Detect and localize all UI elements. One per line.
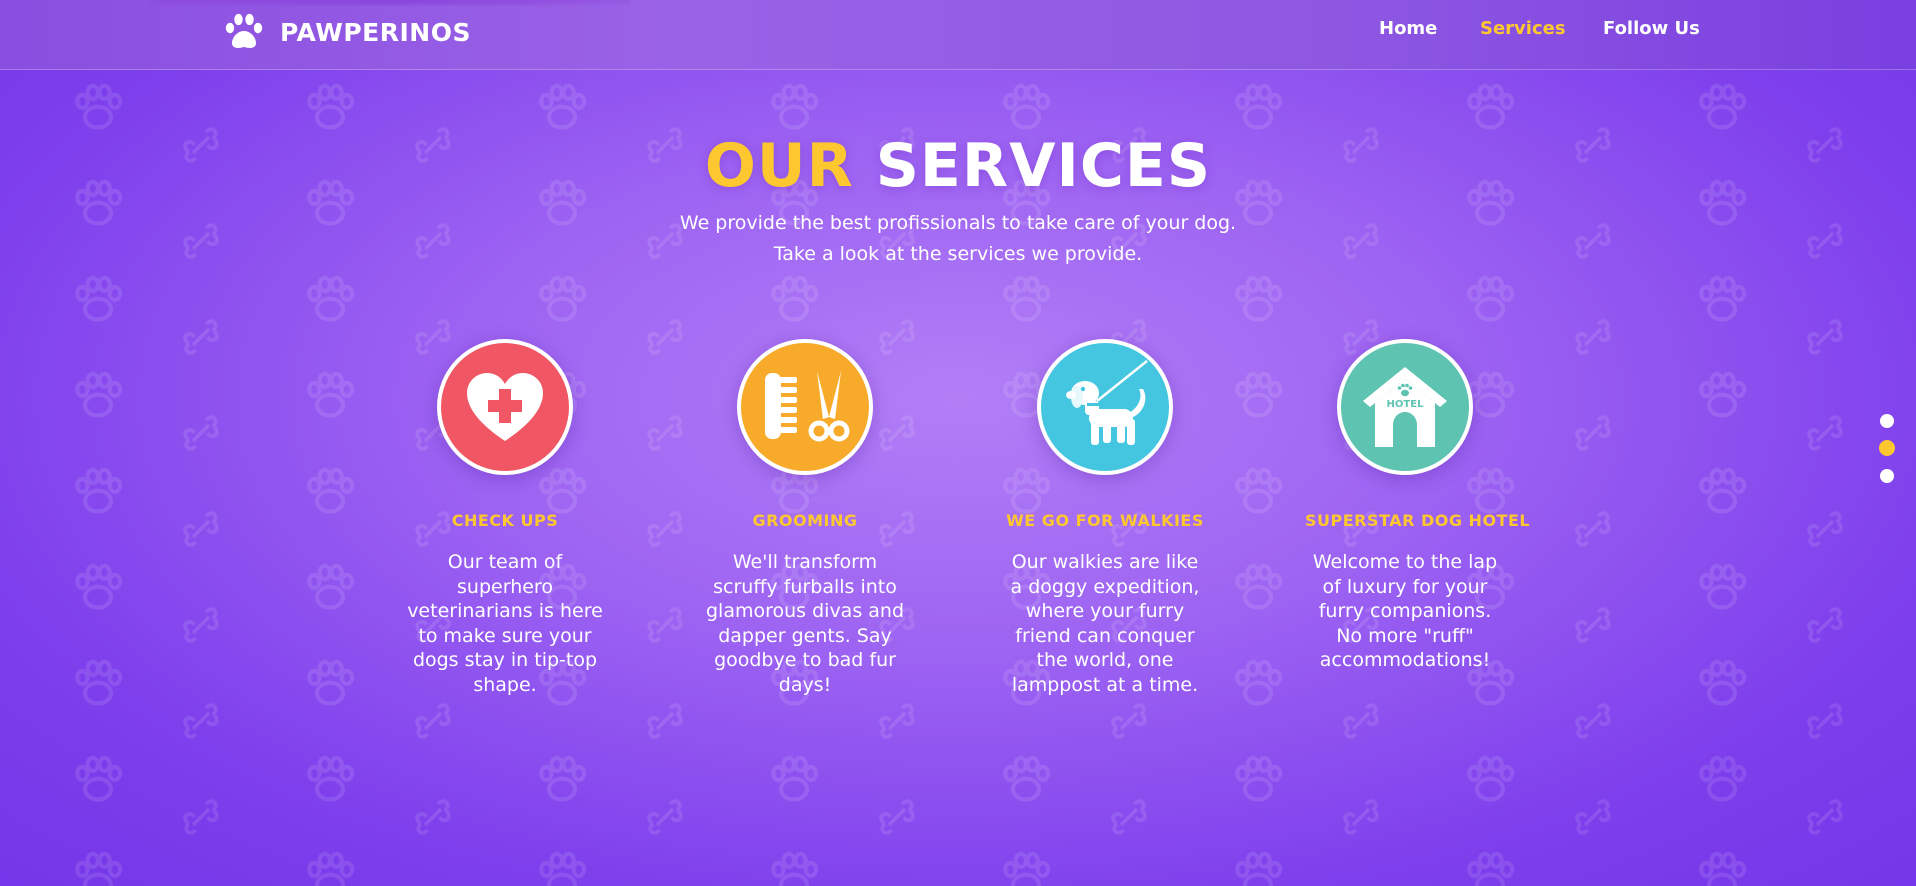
service-icon-circle [737, 339, 873, 475]
service-description: We'll transform scruffy furballs into gl… [705, 551, 905, 696]
service-description: Welcome to the lap of luxury for your fu… [1312, 551, 1498, 672]
service-card-dog-hotel: HOTEL SUPERSTAR DOG HOTEL Welcome to the… [1305, 339, 1531, 673]
top-navbar: PAWPERINOS Home Services Follow Us [0, 0, 1916, 70]
paw-icon [225, 13, 263, 48]
page-title-main: SERVICES [875, 131, 1212, 201]
slide-dot-3[interactable] [1880, 469, 1894, 483]
service-title: GROOMING [752, 511, 858, 530]
dog-hotel-house-icon: HOTEL [1363, 367, 1447, 447]
brand-name: PAWPERINOS [280, 17, 471, 47]
page-title: OUR SERVICES [0, 128, 1916, 204]
service-description: Our team of superhero veterinarians is h… [407, 551, 603, 696]
service-icon-circle [1037, 339, 1173, 475]
service-card-check-ups: CHECK UPS Our team of superhero veterina… [405, 339, 605, 698]
nav-link-services[interactable]: Services [1480, 18, 1566, 39]
comb-scissors-icon [765, 371, 850, 442]
service-card-grooming: GROOMING We'll transform scruffy furball… [705, 339, 905, 698]
service-title: SUPERSTAR DOG HOTEL [1305, 511, 1531, 530]
dog-on-leash-icon [1066, 360, 1148, 445]
service-icon-circle [437, 339, 573, 475]
service-card-walkies: WE GO FOR WALKIES Our walkies are like a… [1005, 339, 1205, 698]
service-description: Our walkies are like a doggy expedition,… [1010, 551, 1200, 696]
brand-logo-link[interactable]: PAWPERINOS [224, 13, 471, 51]
nav-link-follow-us[interactable]: Follow Us [1603, 18, 1700, 39]
hotel-badge-text: HOTEL [1387, 399, 1425, 410]
service-icon-circle: HOTEL [1337, 339, 1473, 475]
subtitle-line-1: We provide the best profissionals to tak… [679, 212, 1237, 234]
service-title: CHECK UPS [451, 511, 559, 530]
nav-link-home[interactable]: Home [1379, 18, 1437, 39]
page-title-accent: OUR [704, 131, 854, 201]
service-title: WE GO FOR WALKIES [1006, 511, 1204, 530]
heart-medical-cross-icon [467, 373, 543, 441]
slide-dot-1[interactable] [1880, 414, 1894, 428]
subtitle-line-2: Take a look at the services we provide. [773, 243, 1143, 265]
slide-dot-2-active[interactable] [1879, 440, 1895, 456]
